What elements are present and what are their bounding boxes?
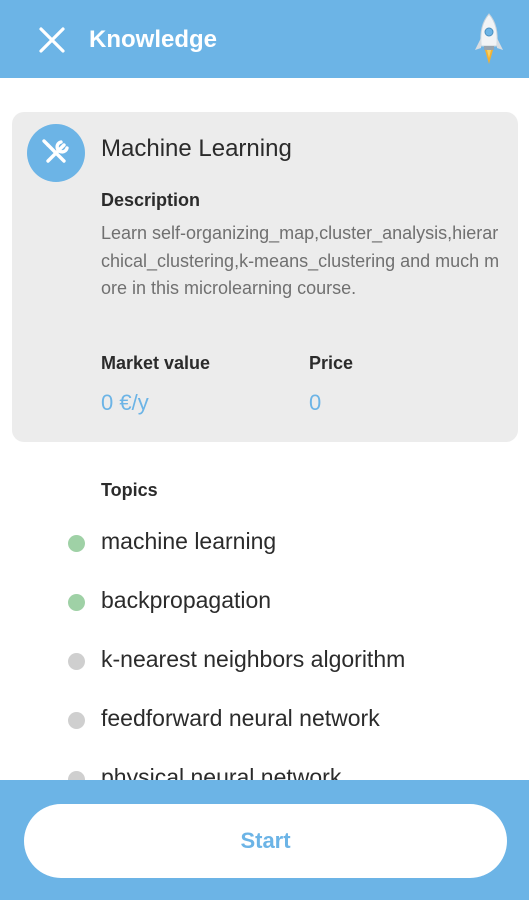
status-dot — [68, 653, 85, 670]
market-value: 0 €/y — [101, 390, 149, 415]
topic-label: backpropagation — [101, 587, 272, 613]
start-button[interactable]: Start — [24, 804, 507, 878]
topic-item: feedforward neural network — [0, 689, 529, 731]
tools-icon — [42, 139, 69, 163]
topic-item: backpropagation — [0, 571, 529, 613]
page-title: Knowledge — [89, 26, 218, 53]
course-title: Machine Learning — [101, 135, 292, 162]
app-bar: Knowledge — [0, 0, 529, 78]
topic-label: k-nearest neighbors algorithm — [101, 646, 406, 672]
description-text: Learn self-organizing_map,cluster_analys… — [101, 223, 500, 298]
rocket-icon[interactable] — [474, 12, 504, 66]
topics-list[interactable]: machine learning backpropagation k-neare… — [0, 512, 529, 780]
price-label: Price — [309, 353, 354, 373]
topic-label: physical neural network — [101, 764, 342, 780]
topic-label: machine learning — [101, 528, 277, 554]
course-badge — [27, 124, 85, 182]
topic-label: feedforward neural network — [101, 705, 380, 731]
status-dot — [68, 594, 85, 611]
status-dot — [68, 712, 85, 729]
topic-item: physical neural network — [0, 748, 529, 780]
description-heading: Description — [101, 190, 201, 210]
market-value-label: Market value — [101, 353, 211, 373]
close-button[interactable] — [36, 24, 68, 56]
status-dot — [68, 771, 85, 780]
status-dot — [68, 535, 85, 552]
price-value: 0 — [309, 390, 322, 415]
topic-item: machine learning — [0, 512, 529, 554]
topics-heading: Topics — [101, 480, 158, 500]
topic-item: k-nearest neighbors algorithm — [0, 630, 529, 672]
close-icon — [39, 27, 65, 53]
